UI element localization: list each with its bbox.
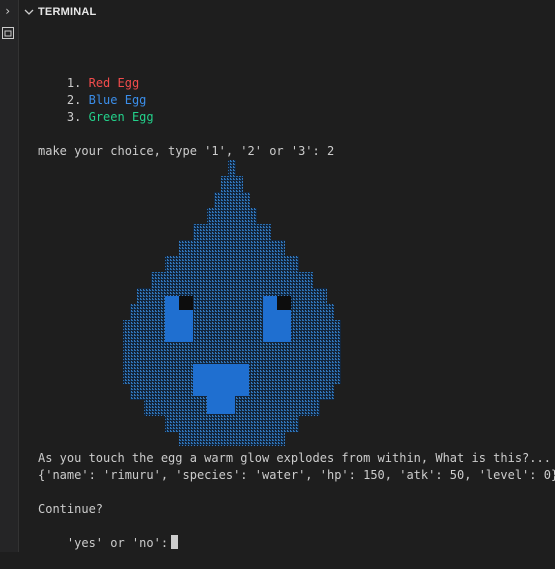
menu-option-red: 1. Red Egg	[66, 76, 140, 90]
water-slime-ascii-art	[123, 160, 341, 446]
terminal-output[interactable]: 1. Red Egg 2. Blue Egg 3. Green Egg make…	[38, 40, 555, 552]
terminal-cursor	[171, 535, 179, 549]
stats-output: {'name': 'rimuru', 'species': 'water', '…	[38, 468, 555, 482]
menu-option-green: 3. Green Egg	[66, 110, 154, 124]
egg-message: As you touch the egg a warm glow explode…	[38, 451, 551, 465]
continue-question: Continue?	[38, 502, 104, 516]
terminal-panel-header[interactable]: TERMINAL	[19, 0, 555, 26]
chevron-right-icon[interactable]: ›	[4, 4, 14, 18]
menu-option-blue: 2. Blue Egg	[66, 93, 147, 107]
yes-no-prompt[interactable]: 'yes' or 'no':	[38, 518, 179, 550]
chevron-down-icon[interactable]	[23, 6, 35, 18]
activity-gutter: ›	[0, 0, 19, 552]
split-terminal-icon[interactable]	[1, 26, 15, 40]
panel-title: TERMINAL	[38, 6, 97, 18]
